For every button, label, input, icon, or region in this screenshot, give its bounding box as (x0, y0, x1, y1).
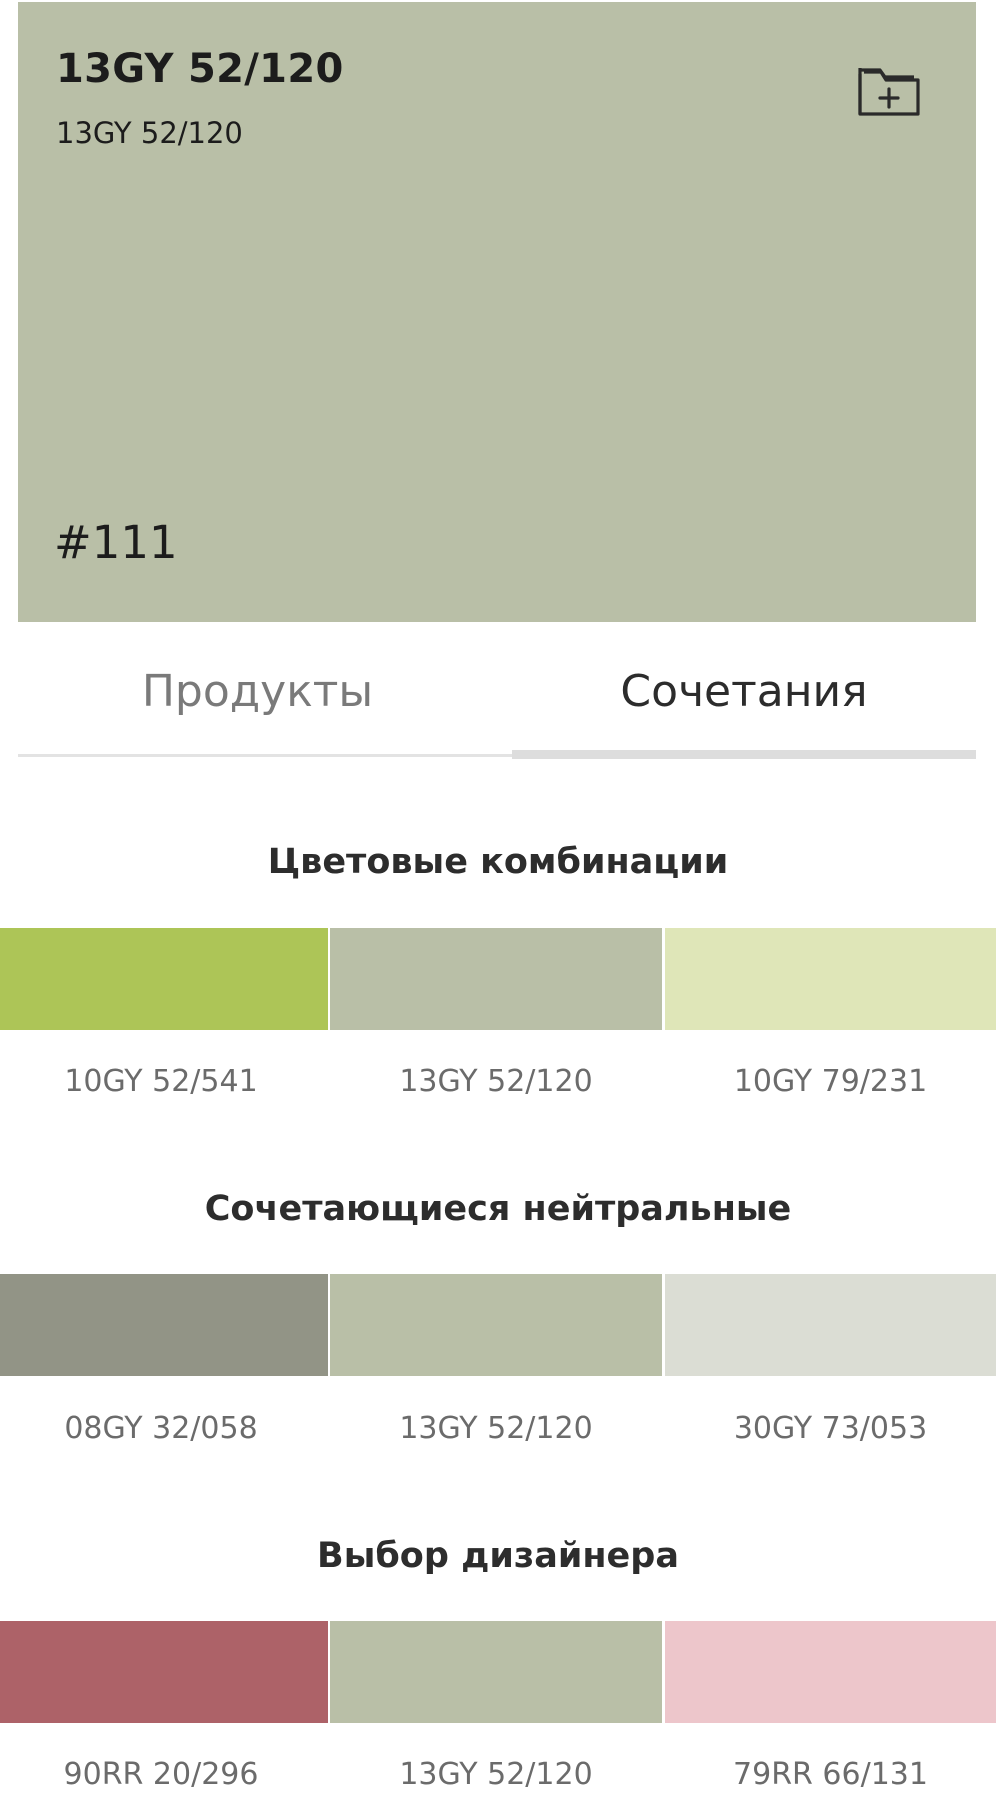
active-tab-indicator (512, 750, 976, 759)
swatch-label[interactable]: 90RR 20/296 (0, 1757, 322, 1792)
add-to-folder-button[interactable] (856, 60, 922, 120)
color-swatch[interactable] (665, 928, 996, 1030)
section-title-neutrals: Сочетающиеся нейтральные (204, 1189, 792, 1229)
color-swatch[interactable] (330, 1621, 662, 1723)
tab-combinations[interactable]: Сочетания (512, 622, 976, 760)
color-swatch[interactable] (330, 928, 662, 1030)
color-swatch[interactable] (665, 1274, 996, 1376)
swatch-label[interactable]: 13GY 52/120 (330, 1411, 662, 1446)
color-swatch[interactable] (0, 1274, 328, 1376)
swatch-label[interactable]: 10GY 79/231 (665, 1064, 996, 1099)
swatch-label[interactable]: 30GY 73/053 (665, 1411, 996, 1446)
color-swatch[interactable] (0, 928, 328, 1030)
color-swatch[interactable] (330, 1274, 662, 1376)
color-subtitle: 13GY 52/120 (56, 116, 243, 150)
swatch-label[interactable]: 13GY 52/120 (330, 1757, 662, 1792)
swatch-label[interactable]: 08GY 32/058 (0, 1411, 322, 1446)
color-card: 13GY 52/120 13GY 52/120 #111 (18, 2, 976, 622)
swatch-label[interactable]: 10GY 52/541 (0, 1064, 322, 1099)
tab-divider (18, 754, 512, 757)
folder-plus-icon (858, 68, 920, 116)
color-title: 13GY 52/120 (56, 46, 344, 92)
tab-bar: Продукты Сочетания (18, 622, 976, 760)
section-title-color-combinations: Цветовые комбинации (267, 842, 729, 882)
swatch-label[interactable]: 13GY 52/120 (330, 1064, 662, 1099)
swatch-label[interactable]: 79RR 66/131 (665, 1757, 996, 1792)
color-swatch[interactable] (665, 1621, 996, 1723)
section-title-designer-choice: Выбор дизайнера (317, 1536, 679, 1576)
color-swatch[interactable] (0, 1621, 328, 1723)
color-code: #111 (54, 516, 178, 569)
tab-products[interactable]: Продукты (18, 622, 497, 760)
